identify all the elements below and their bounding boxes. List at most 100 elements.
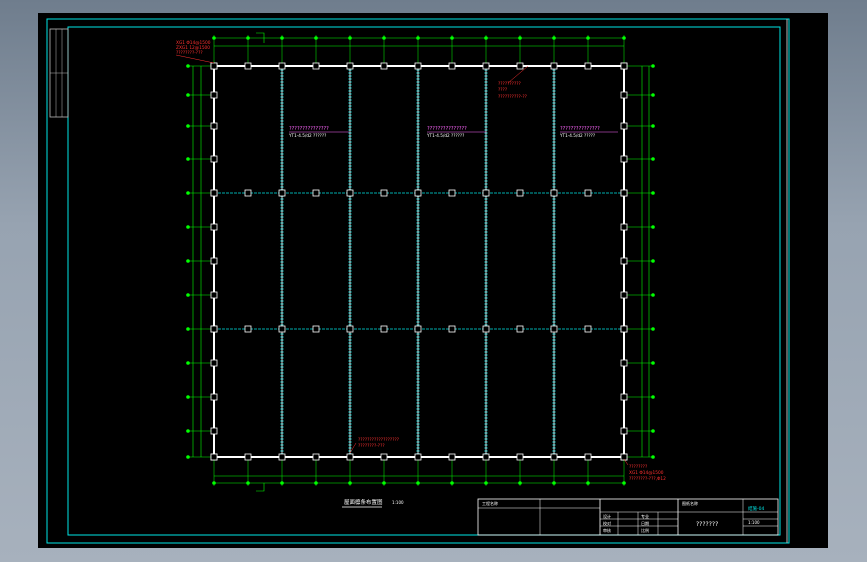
column-marker <box>414 453 422 461</box>
section-marker <box>256 483 265 492</box>
column-marker <box>620 122 628 130</box>
column-marker <box>550 325 558 333</box>
column-marker <box>244 189 252 197</box>
column-marker <box>448 189 456 197</box>
column-marker <box>278 62 286 70</box>
grid-bubble <box>186 124 190 128</box>
column-marker <box>448 325 456 333</box>
tie-note-mid-3: ??????????-?? <box>498 94 527 100</box>
column-marker <box>244 62 252 70</box>
column-marker <box>278 189 286 197</box>
grid-bubble <box>651 455 655 459</box>
grid-bubble <box>186 64 190 68</box>
column-marker <box>210 62 218 70</box>
purlin-layer <box>214 66 624 457</box>
column-marker <box>210 325 218 333</box>
tb-scale: 1:100 <box>748 520 760 525</box>
column-marker <box>482 62 490 70</box>
column-marker <box>210 91 218 99</box>
grid-bubble <box>186 225 190 229</box>
tie-note-br-3: ????????-???,Φ12 <box>629 476 666 482</box>
column-marker <box>516 453 524 461</box>
column-marker <box>414 325 422 333</box>
column-marker <box>312 325 320 333</box>
column-marker <box>584 62 592 70</box>
grid-bubble <box>651 124 655 128</box>
column-marker <box>414 189 422 197</box>
tie-note-br-2: XG1 Φ14@1500 <box>629 470 664 476</box>
inner-frame <box>67 26 781 536</box>
grid-bubble <box>651 157 655 161</box>
column-marker <box>210 359 218 367</box>
tie-note-top-3: ????????-??? <box>176 50 203 56</box>
column-marker <box>312 189 320 197</box>
grid-bubble <box>450 481 454 485</box>
column-marker <box>620 189 628 197</box>
column-marker <box>414 62 422 70</box>
column-marker <box>210 189 218 197</box>
column-marker <box>210 291 218 299</box>
column-marker <box>346 453 354 461</box>
column-marker <box>482 325 490 333</box>
tb-row1: 设计 <box>603 513 611 519</box>
tb-col2-r3: 比例 <box>641 527 649 533</box>
grid-bubble <box>518 481 522 485</box>
column-marker <box>380 62 388 70</box>
purlin-annotations: ??????????????? YT1-4.5/d2 ?????? ??????… <box>288 126 618 138</box>
column-marker <box>210 257 218 265</box>
grid-bubble <box>246 36 250 40</box>
column-marker <box>210 453 218 461</box>
purlin-note-left-sub: YT1-4.5/d2 ?????? <box>288 133 326 138</box>
grid-bubble <box>651 361 655 365</box>
column-marker <box>620 393 628 401</box>
tie-rod-annotations: XG1 Φ14@1500 ZXG1 12@1500 ????????-??? ?… <box>175 40 666 482</box>
column-marker <box>620 427 628 435</box>
grid-bubble <box>186 455 190 459</box>
grid-bubble <box>314 481 318 485</box>
tie-note-mid-2: ???? <box>498 87 507 93</box>
column-marker <box>210 155 218 163</box>
purlin-note-right: ??????????????? <box>560 126 600 132</box>
grid-bubble <box>484 36 488 40</box>
column-marker <box>244 453 252 461</box>
column-marker <box>584 325 592 333</box>
grid-bubble <box>186 327 190 331</box>
stamp-top: 图纸名称 <box>682 500 698 506</box>
grid-bubble <box>651 395 655 399</box>
column-marker <box>550 62 558 70</box>
column-marker <box>620 257 628 265</box>
grid-bubble <box>186 361 190 365</box>
column-marker <box>210 393 218 401</box>
column-marker <box>244 325 252 333</box>
grid-bubble <box>651 225 655 229</box>
grid-axis-layer <box>186 32 655 492</box>
purlin-note-mid: ??????????????? <box>427 126 467 132</box>
grid-bubble <box>186 293 190 297</box>
column-marker <box>380 325 388 333</box>
column-marker <box>210 122 218 130</box>
column-marker <box>482 453 490 461</box>
grid-bubble <box>280 36 284 40</box>
column-marker <box>584 453 592 461</box>
grid-bubble <box>186 191 190 195</box>
grid-bubble <box>586 481 590 485</box>
title-block[interactable]: 工程名称 图纸名称 结施-04 ??????? 设计 校对 审核 专业 日期 比… <box>477 498 779 536</box>
drawing-sheet[interactable]: ??????????????? YT1-4.5/d2 ?????? ??????… <box>38 13 828 548</box>
grid-bubble <box>186 93 190 97</box>
grid-bubble <box>518 36 522 40</box>
column-marker <box>482 189 490 197</box>
grid-bubble <box>186 429 190 433</box>
column-marker <box>620 155 628 163</box>
grid-bubble <box>382 481 386 485</box>
plan-scale: 1:100 <box>392 500 404 505</box>
column-marker <box>380 453 388 461</box>
sheet-title: ??????? <box>696 521 718 528</box>
grid-bubble <box>186 259 190 263</box>
project-label: 工程名称 <box>482 500 498 506</box>
column-marker <box>278 453 286 461</box>
grid-bubble <box>651 259 655 263</box>
column-marker <box>312 453 320 461</box>
grid-bubble <box>186 157 190 161</box>
grid-bubble <box>382 36 386 40</box>
structural-plan-drawing[interactable]: ??????????????? YT1-4.5/d2 ?????? ??????… <box>38 13 828 548</box>
